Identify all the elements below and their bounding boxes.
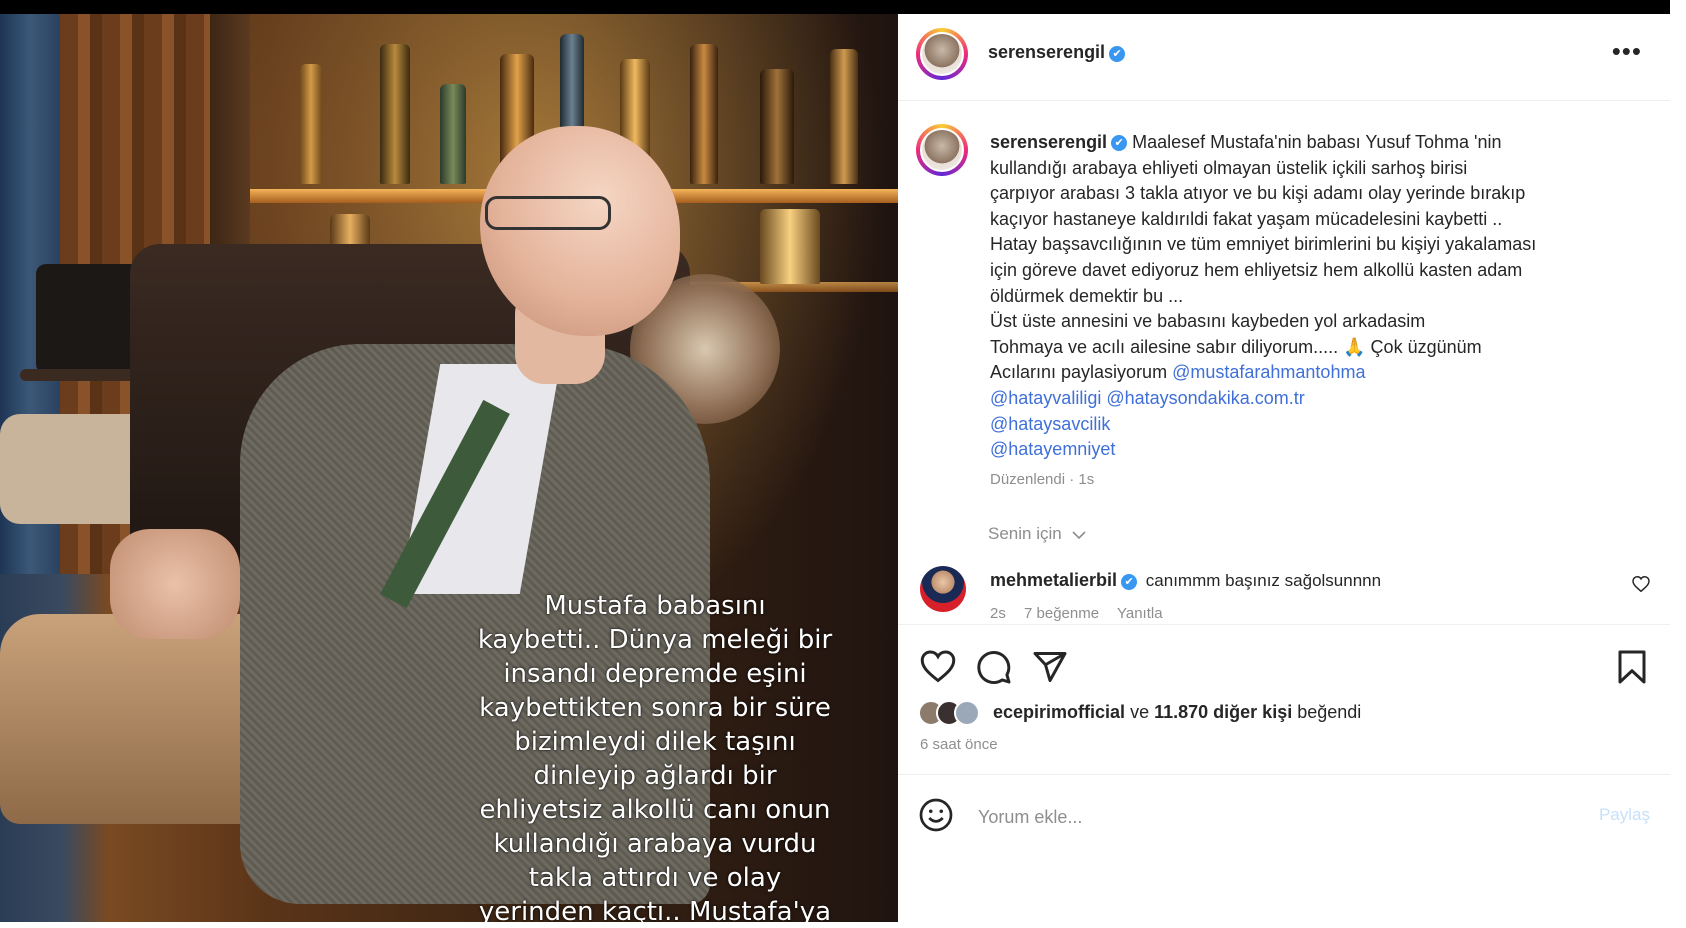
mention-link[interactable]: @hatayemniyet: [990, 439, 1115, 459]
overlay-line: ehliyetsiz alkollü canı onun: [479, 795, 831, 825]
emoji-icon[interactable]: [918, 797, 954, 833]
caption-line: @hatayemniyet: [990, 437, 1640, 463]
author-name-row: serenserengil ✔: [988, 42, 1126, 63]
caption-line: kullandığı arabaya ehliyeti olmayan üste…: [990, 157, 1468, 178]
commenter-avatar[interactable]: [920, 566, 966, 612]
comment-body: canımmm başınız sağolsunnnn: [1145, 571, 1382, 590]
caption-line: Acılarını paylasiyorum @mustafarahmantoh…: [990, 360, 1640, 386]
overlay-line: insandı depremde eşini: [503, 659, 807, 689]
caption-line: için göreve davet ediyoruz hem ehliyetsi…: [990, 259, 1523, 280]
liker-avatar: [954, 700, 980, 726]
bookmark-icon[interactable]: [1614, 649, 1650, 685]
bottle: [760, 69, 794, 184]
caption-line: Hatay başsavcılığının ve tüm emniyet bir…: [990, 234, 1537, 255]
overlay-line: bizimleydi dilek taşını: [514, 727, 796, 757]
likes-summary[interactable]: ecepirimofficial ve 11.870 diğer kişi be…: [918, 700, 1361, 726]
overlay-line: kaybetti.. Dünya meleği bir: [477, 625, 833, 655]
post-image[interactable]: Mustafa babasını kaybetti.. Dünya meleği …: [0, 14, 898, 922]
comment: mehmetalierbil ✔ canımmm başınız sağolsun…: [990, 570, 1381, 591]
comment-time: 2s: [990, 605, 1006, 622]
caption-username[interactable]: serenserengil: [990, 132, 1107, 152]
comment-likes-link[interactable]: 7 beğenme: [1024, 605, 1099, 622]
top-black-bar: [0, 0, 1686, 14]
verified-badge-icon: ✔: [1109, 45, 1126, 62]
likes-connector: ve: [1130, 701, 1150, 722]
caption-line: Tohmaya ve acılı ailesine sabır diliyoru…: [990, 336, 1482, 357]
author-username[interactable]: serenserengil: [988, 42, 1105, 62]
more-options-button[interactable]: •••: [1612, 36, 1642, 67]
caption-edited-time: Düzenlendi · 1s: [990, 471, 1095, 488]
overlay-line: kaybettikten sonra bir süre: [479, 693, 831, 723]
bottle: [380, 44, 410, 184]
overlay-line: takla attırdı ve olay: [528, 863, 782, 893]
add-comment-bar: Paylaş: [898, 774, 1670, 855]
verified-badge-icon: ✔: [1121, 573, 1138, 590]
caption-text: Acılarını paylasiyorum: [990, 362, 1168, 383]
comment-input[interactable]: [976, 801, 1540, 833]
for-you-label: Senin için: [988, 524, 1062, 543]
comment-meta: 2s 7 beğenme Yanıtla: [990, 605, 1177, 622]
bottle: [690, 44, 718, 184]
bottle: [300, 64, 322, 184]
story-overlay-text: Mustafa babasını kaybetti.. Dünya meleği …: [420, 589, 890, 922]
caption-line: @hataysavcilik: [990, 412, 1640, 438]
post-time: 6 saat önce: [920, 736, 998, 753]
caption-avatar[interactable]: [916, 124, 968, 176]
mention-link[interactable]: @hatayvaliligi: [990, 388, 1101, 408]
post-actions: [898, 624, 1670, 705]
comment-reply-link[interactable]: Yanıtla: [1117, 605, 1163, 622]
overlay-line: yerinden kaçtı.. Mustafa'ya: [478, 897, 832, 922]
likes-others[interactable]: 11.870 diğer kişi: [1154, 702, 1292, 722]
mention-link[interactable]: @hataysavcilik: [990, 414, 1110, 434]
overlay-line: kullandığı arabaya vurdu: [493, 829, 817, 859]
caption-line: @hatayvaliligi @hataysondakika.com.tr: [990, 386, 1640, 412]
caption-text: Maalesef Mustafa'nin babası Yusuf Tohma …: [1132, 132, 1502, 152]
share-icon[interactable]: [1032, 649, 1068, 685]
mention-link[interactable]: @hataysondakika.com.tr: [1106, 388, 1304, 408]
page-margin: [1670, 0, 1686, 928]
post-sidebar: serenserengil ✔ ••• serenserengil ✔ Maales…: [898, 14, 1670, 928]
chevron-down-icon: [1072, 530, 1087, 539]
caption-line: Üst üste annesini ve babasını kaybeden y…: [990, 311, 1426, 332]
mention-link[interactable]: @mustafarahmantohma: [1172, 362, 1365, 382]
caption-line: çarpıyor arabası 3 takla atıyor ve bu ki…: [990, 183, 1526, 204]
bottle: [830, 49, 858, 184]
post-header: serenserengil ✔ •••: [898, 14, 1670, 101]
heart-icon[interactable]: [920, 649, 956, 685]
likes-suffix: beğendi: [1297, 701, 1362, 722]
comment-icon[interactable]: [976, 649, 1012, 685]
caption-line: serenserengil ✔ Maalesef Mustafa'nin baba…: [990, 130, 1640, 156]
person-hands: [110, 529, 240, 639]
author-avatar[interactable]: [916, 28, 968, 80]
bottle: [760, 209, 820, 284]
verified-badge-icon: ✔: [1111, 135, 1128, 152]
post-caption: serenserengil ✔ Maalesef Mustafa'nin baba…: [990, 130, 1640, 463]
liker-username[interactable]: ecepirimofficial: [993, 702, 1125, 722]
bottle: [440, 84, 466, 184]
post-comment-button[interactable]: Paylaş: [1599, 805, 1650, 825]
commenter-username[interactable]: mehmetalierbil: [990, 570, 1117, 590]
overlay-line: Mustafa babasını: [544, 591, 766, 621]
overlay-line: dinleyip ağlardı bir: [533, 761, 777, 791]
caption-line: öldürmek demektir bu ...: [990, 285, 1184, 306]
cushion: [0, 414, 150, 524]
comment-heart-icon[interactable]: [1632, 576, 1650, 592]
for-you-dropdown[interactable]: Senin için: [988, 524, 1087, 544]
glasses: [485, 196, 611, 230]
caption-line: kaçıyor hastaneye kaldırıldi fakat yaşam…: [990, 208, 1503, 229]
